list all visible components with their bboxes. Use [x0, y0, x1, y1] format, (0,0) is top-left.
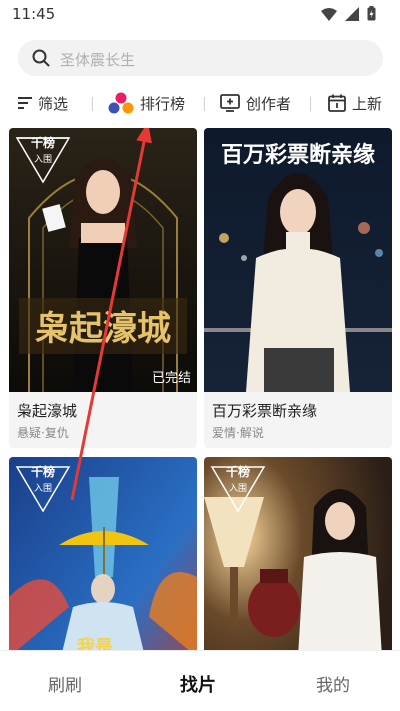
creator-icon — [220, 94, 240, 112]
bottom-nav: 刷刷 找片 我的 — [0, 650, 400, 711]
divider — [92, 97, 93, 111]
ranking-icon — [108, 92, 134, 114]
divider — [204, 97, 205, 111]
tab-shuashua[interactable]: 刷刷 — [48, 671, 82, 696]
filter-row: 筛选 排行榜 创作者 上新 — [0, 88, 400, 118]
new-label: 上新 — [352, 94, 383, 113]
ranking-label: 排行榜 — [140, 94, 186, 113]
divider — [310, 97, 311, 111]
calendar-icon — [328, 94, 346, 112]
battery-icon — [367, 6, 376, 21]
filter-label: 筛选 — [38, 94, 69, 113]
new-button[interactable]: 上新 — [328, 88, 382, 118]
tab-wode[interactable]: 我的 — [316, 671, 350, 696]
search-icon — [32, 49, 50, 67]
status-bar: 11:45 — [0, 0, 400, 30]
creator-button[interactable]: 创作者 — [220, 88, 291, 118]
status-icons — [321, 6, 376, 21]
annotation-arrow — [70, 128, 152, 501]
creator-label: 创作者 — [246, 94, 292, 113]
tab-zhaopian[interactable]: 找片 — [180, 671, 216, 697]
filter-icon — [18, 97, 32, 109]
drama-grid: 枭起濠城 千榜 入围 已完结 枭起濠城 悬疑·复仇 百万彩票断亲缘 百万彩票断亲… — [0, 128, 400, 650]
signal-icon — [345, 6, 359, 21]
ranking-button[interactable]: 排行榜 — [108, 88, 185, 118]
wifi-icon — [321, 7, 337, 21]
search-bar[interactable]: 圣体震长生 — [18, 40, 383, 76]
status-time: 11:45 — [12, 5, 56, 23]
filter-button[interactable]: 筛选 — [18, 88, 68, 118]
search-input[interactable]: 圣体震长生 — [60, 49, 135, 70]
